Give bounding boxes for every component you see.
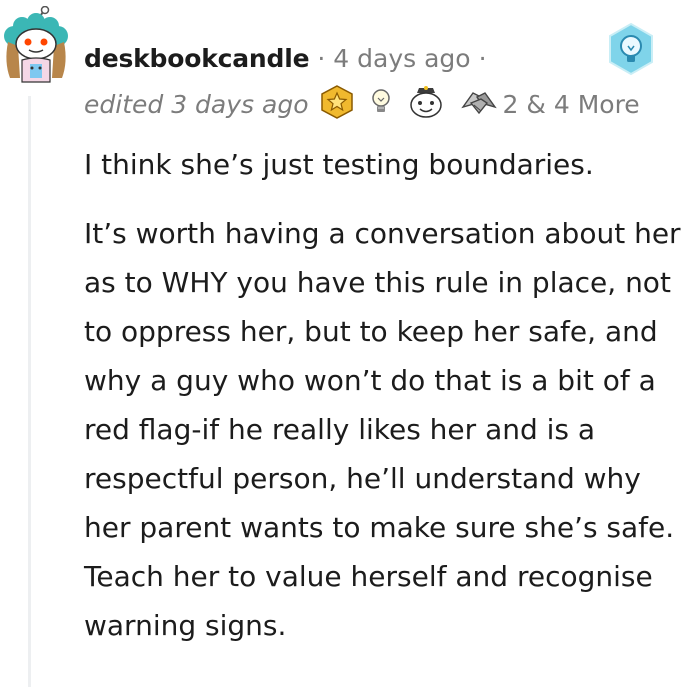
blue-lightbulb-badge-icon <box>609 22 653 76</box>
wholesome-face-award-icon[interactable] <box>407 84 445 124</box>
handshake-award-icon[interactable] <box>459 85 499 123</box>
separator-dot-trailing: · <box>478 43 487 73</box>
gold-star-award-icon[interactable] <box>319 84 355 124</box>
comment-header: deskbookcandle · 4 days ago · <box>84 40 495 76</box>
more-awards-link[interactable]: & 4 More <box>526 90 639 119</box>
comment-paragraph-2: It’s worth having a conversation about h… <box>84 217 681 642</box>
comment-paragraph-1: I think she’s just testing boundaries. <box>84 148 594 181</box>
edit-and-awards-row: edited 3 days ago 2 & 4 More <box>84 84 640 124</box>
thread-line[interactable] <box>28 96 31 687</box>
separator-dot: · <box>317 43 326 73</box>
comment-body: I think she’s just testing boundaries. I… <box>84 140 696 650</box>
award-count: 2 <box>502 89 519 119</box>
snoo-avatar-icon <box>4 5 68 83</box>
edited-label: edited 3 days ago <box>84 89 309 119</box>
user-avatar[interactable] <box>0 5 72 86</box>
username-link[interactable]: deskbookcandle <box>84 44 310 73</box>
flair-badge[interactable] <box>606 22 656 76</box>
timestamp[interactable]: 4 days ago <box>333 44 470 73</box>
lightbulb-award-icon[interactable] <box>369 86 393 122</box>
